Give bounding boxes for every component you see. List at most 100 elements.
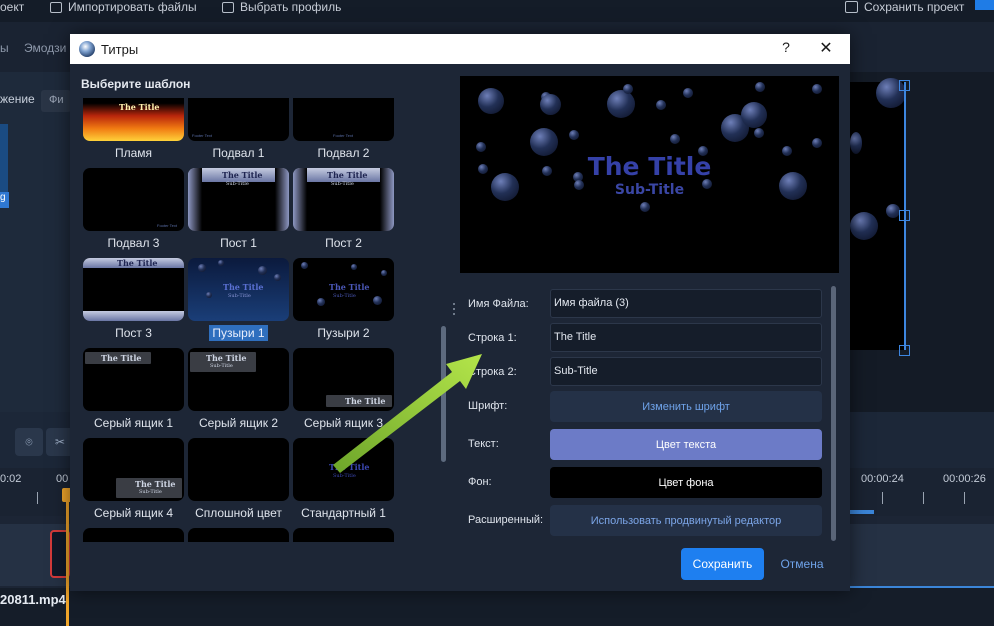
template-label: Пузыри 1 [209, 325, 268, 341]
close-button[interactable]: ✕ [814, 38, 838, 60]
thumb-title: The Title [223, 282, 264, 292]
tab-emoji[interactable]: Эмодзи [24, 41, 66, 55]
track-marker [850, 510, 874, 514]
splitter-grip-icon [453, 303, 455, 315]
bubble [381, 270, 387, 276]
thumb-title: The Title [329, 462, 370, 472]
template-thumbnail: The Title Sub-Title [188, 168, 289, 231]
profile-icon [222, 1, 234, 13]
bubble [850, 132, 862, 154]
bubble [755, 82, 765, 92]
time-label: 0:02 [0, 473, 22, 485]
template-label: Сплошной цвет [195, 506, 282, 520]
thumb-subtitle: Sub-Title [333, 473, 356, 479]
thumb-side [293, 168, 307, 231]
filter-chip[interactable]: жение [0, 92, 35, 106]
bubble [607, 90, 635, 118]
advanced-label: Расширенный: [468, 514, 544, 526]
save-project-button[interactable]: Сохранить проект [845, 0, 964, 14]
audio-track[interactable] [0, 588, 994, 626]
text-color-button[interactable]: Цвет текста [550, 429, 822, 460]
bubble [754, 128, 764, 138]
resize-handle[interactable] [899, 210, 910, 221]
line1-field[interactable]: The Title [550, 323, 822, 352]
thumb-title: The Title [101, 353, 142, 363]
template-label: Серый ящик 3 [303, 416, 383, 430]
template-label: Пост 1 [220, 236, 257, 250]
bubble [274, 274, 281, 281]
advanced-editor-button[interactable]: Использовать продвинутый редактор [550, 505, 822, 536]
template-thumbnail: Footer Text [83, 168, 184, 231]
tab-partial[interactable]: ы [0, 41, 9, 55]
line2-label: Строка 2: [468, 366, 517, 378]
thumb-title: The Title [329, 282, 370, 292]
selected-media-label: g [0, 192, 9, 208]
background-color-button[interactable]: Цвет фона [550, 467, 822, 498]
save-button[interactable]: Сохранить [681, 548, 764, 580]
thumb-title: The Title [206, 353, 247, 363]
template-thumbnail: Footer Text [293, 98, 394, 141]
time-label: 00:00:26 [943, 473, 986, 485]
preview-title: The Title [587, 152, 712, 181]
bubble [218, 260, 224, 266]
scissors-icon: ✂ [54, 435, 66, 449]
panel-splitter[interactable] [453, 300, 455, 320]
ruler-tick [882, 492, 883, 504]
bubble [206, 292, 212, 298]
resize-handle[interactable] [899, 80, 910, 91]
bubble [886, 204, 900, 218]
template-label: Пламя [114, 146, 153, 160]
template-thumbnail: The Title Sub-Title [293, 438, 394, 501]
text-color-label: Текст: [468, 438, 499, 450]
filename-field[interactable]: Имя файла (3) [550, 289, 822, 318]
project-label: оект [0, 0, 25, 14]
app-toolbar: оект Импортировать файлы Выбрать профиль… [0, 0, 994, 22]
import-files-button[interactable]: Импортировать файлы [50, 0, 197, 14]
bubble [258, 266, 267, 275]
bubble [741, 102, 767, 128]
playhead[interactable] [66, 490, 69, 626]
save-icon [845, 1, 858, 13]
template-label: Подвал 3 [107, 236, 160, 250]
change-font-button[interactable]: Изменить шрифт [550, 391, 822, 422]
help-button[interactable]: ? [776, 39, 796, 59]
line2-field[interactable]: Sub-Title [550, 357, 822, 386]
media-thumbnail[interactable] [0, 124, 8, 194]
template-thumbnail: The Title [293, 348, 394, 411]
dialog-title: Титры [101, 42, 139, 57]
template-label: Пост 2 [325, 236, 362, 250]
line1-label: Строка 1: [468, 332, 517, 344]
magnet-button[interactable]: ⌾ [15, 428, 43, 456]
resize-handle[interactable] [899, 345, 910, 356]
filter-chip-2[interactable]: Фи [41, 90, 71, 112]
thumb-subtitle: Sub-Title [228, 293, 251, 299]
filename-label: Имя Файла: [468, 298, 529, 310]
template-label: Серый ящик 2 [198, 416, 278, 430]
thumb-subtitle: Sub-Title [331, 181, 354, 187]
template-label: Серый ящик 1 [93, 416, 173, 430]
thumb-footer-text: Footer Text [157, 223, 177, 228]
thumb-title: The Title [117, 258, 158, 268]
track-marker [850, 586, 994, 588]
thumb-title: The Title [345, 396, 386, 406]
bubble [373, 296, 382, 305]
cancel-button[interactable]: Отмена [776, 548, 828, 580]
thumb-subtitle: Sub-Title [210, 363, 233, 369]
thumb-subtitle: Sub-Title [333, 293, 356, 299]
template-thumbnail [188, 438, 289, 501]
bubble [476, 142, 486, 152]
template-scrollbar[interactable] [441, 326, 446, 462]
template-label: Серый ящик 4 [93, 506, 173, 520]
bubble [569, 130, 579, 140]
select-profile-button[interactable]: Выбрать профиль [222, 0, 341, 14]
thumb-footer-text: Footer Text [192, 133, 212, 138]
export-button[interactable] [975, 0, 994, 10]
project-menu[interactable]: оект [0, 0, 24, 14]
template-label-selected: Пузыри 1 [188, 325, 289, 341]
properties-scrollbar[interactable] [831, 286, 836, 541]
template-label: Подвал 2 [317, 146, 370, 160]
background-label: Фон: [468, 476, 492, 488]
ruler-tick [37, 492, 38, 504]
video-preview-canvas [850, 78, 906, 350]
app-logo-icon [79, 41, 95, 57]
